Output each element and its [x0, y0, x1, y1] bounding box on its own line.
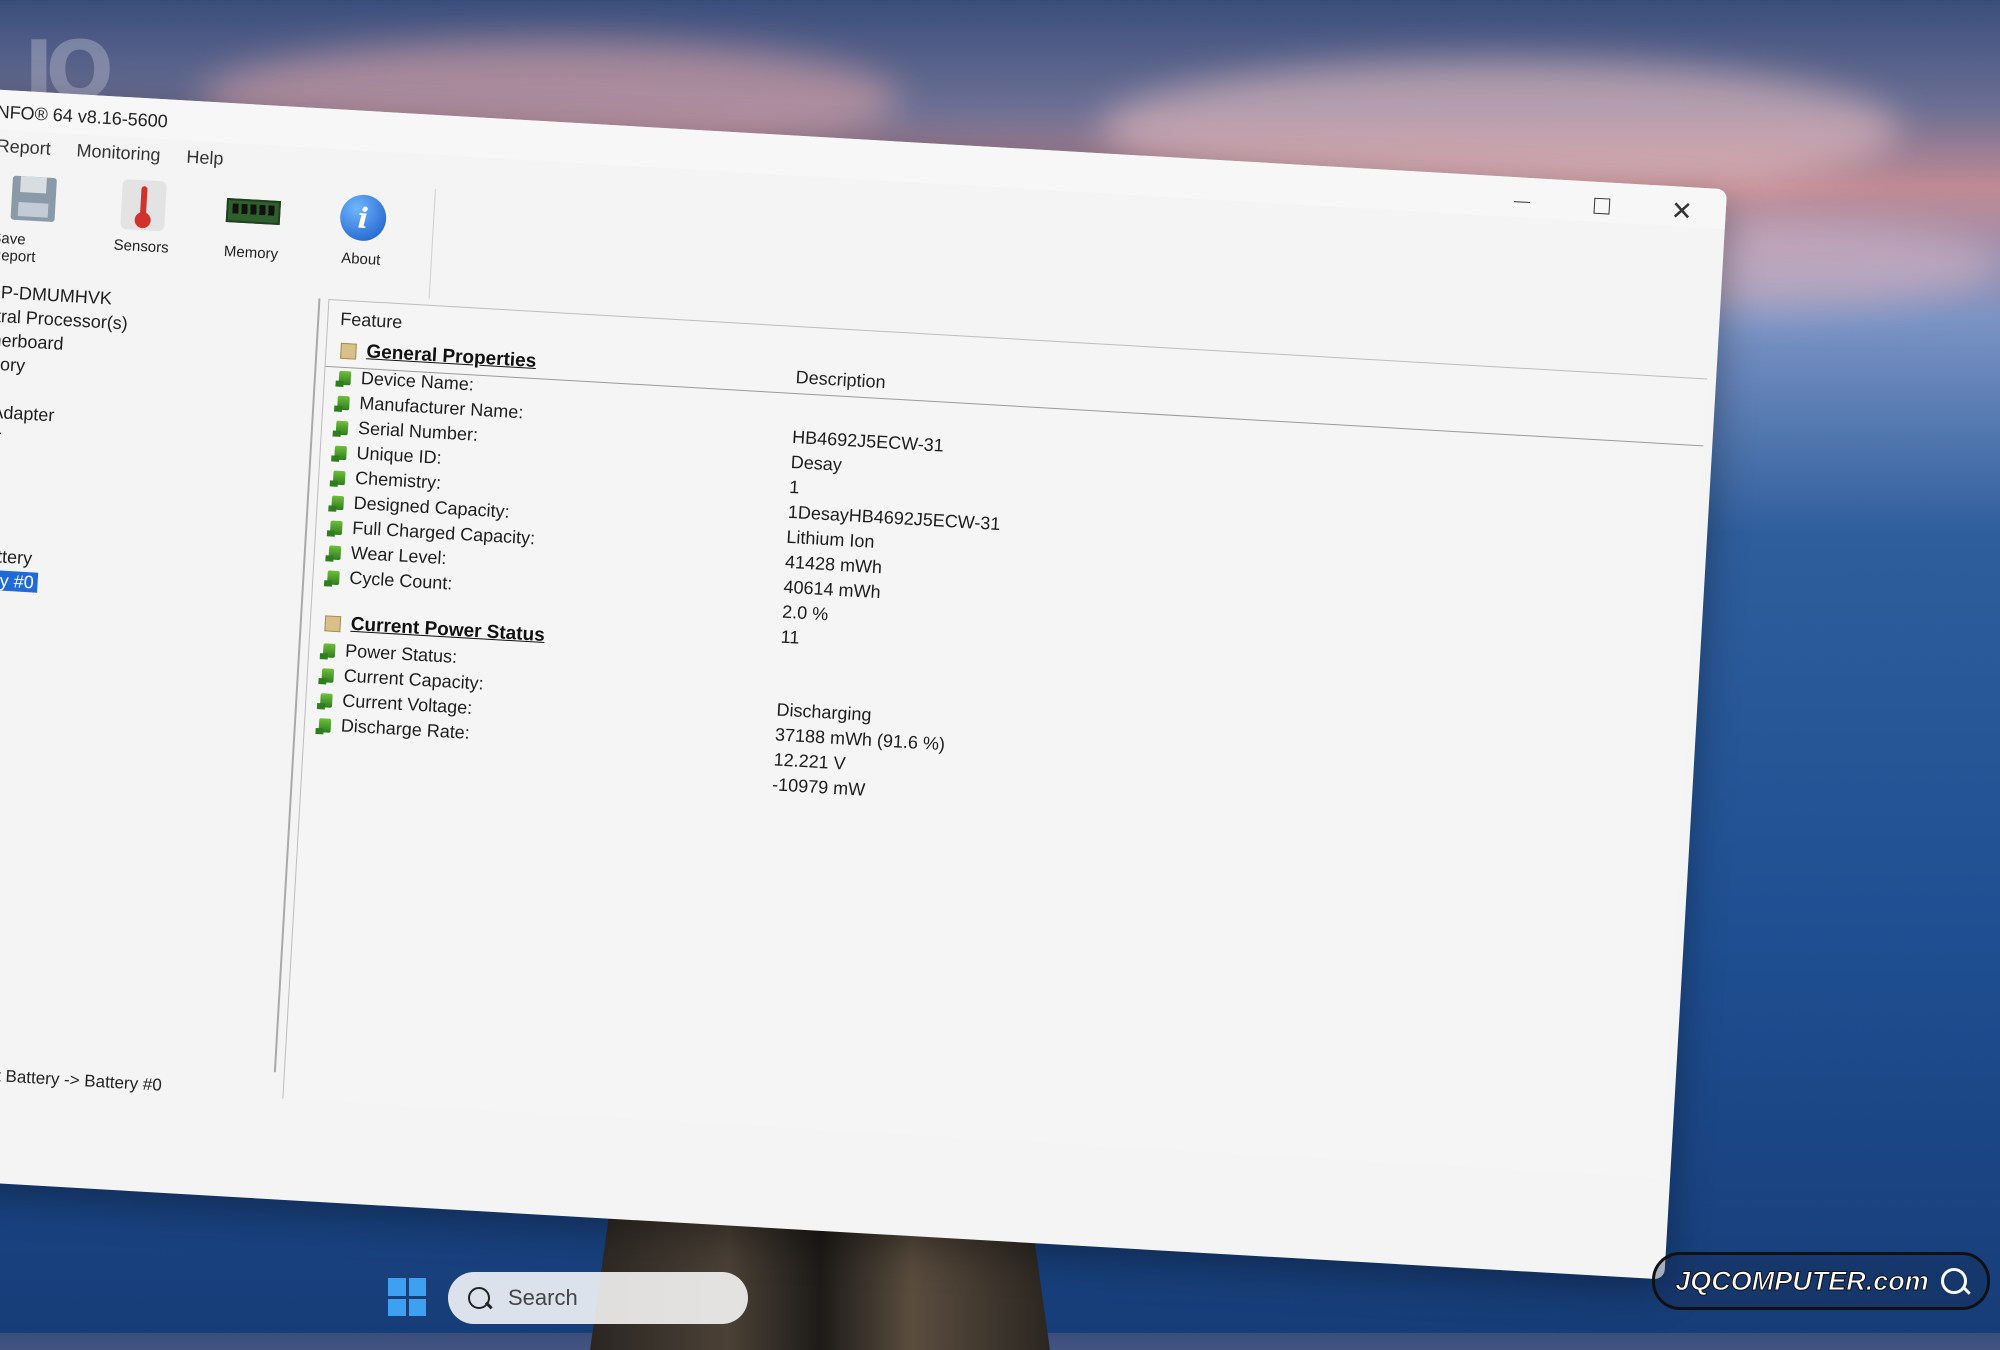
menu-help[interactable]: Help	[184, 144, 226, 171]
info-icon: i	[335, 189, 392, 246]
battery-property-icon	[337, 395, 350, 410]
about-label: About	[340, 249, 381, 269]
details-pane: Feature Description General Properties D…	[282, 298, 1708, 1179]
windows-start-icon[interactable]	[388, 1278, 426, 1316]
watermark-text: JQCOMPUTER.com	[1675, 1265, 1930, 1296]
toolbar: Save Report Sensors Memory i About	[0, 161, 436, 299]
column-header-feature[interactable]: Feature	[340, 309, 403, 334]
window-controls: ✕	[1499, 182, 1705, 230]
tree-item-battery-0-label: Battery #0	[0, 567, 39, 593]
maximize-icon	[1593, 197, 1611, 215]
battery-property-icon	[331, 495, 345, 510]
battery-property-icon	[338, 370, 352, 385]
app-window: NFO® 64 v8.16-5600 ✕ Report Monitoring H…	[0, 88, 1728, 1280]
battery-property-icon	[319, 692, 333, 708]
memory-module-icon	[225, 183, 282, 240]
search-icon	[468, 1287, 490, 1309]
battery-property-icon	[332, 470, 346, 485]
about-button[interactable]: i About	[319, 183, 405, 297]
memory-label: Memory	[223, 242, 279, 263]
minimize-button[interactable]	[1499, 182, 1545, 220]
battery-property-icon	[327, 569, 340, 585]
sensors-label: Sensors	[113, 236, 170, 257]
close-button[interactable]: ✕	[1659, 192, 1705, 230]
battery-property-icon	[329, 519, 343, 535]
magnifier-icon	[1940, 1268, 1967, 1294]
menu-report[interactable]: Report	[0, 134, 53, 162]
floppy-disk-icon	[5, 170, 62, 227]
watermark-badge: JQCOMPUTER.com	[1652, 1252, 1990, 1310]
maximize-button[interactable]	[1579, 187, 1625, 225]
battery-property-icon	[321, 667, 335, 683]
battery-property-icon	[318, 717, 332, 733]
minimize-icon	[1514, 200, 1531, 203]
search-placeholder: Search	[508, 1285, 578, 1310]
close-icon: ✕	[1670, 194, 1694, 226]
section-icon	[324, 615, 342, 633]
description-column: HB4692J5ECW-31 Desay 1 1DesayHB4692J5ECW…	[771, 425, 1391, 832]
battery-property-icon	[335, 420, 349, 435]
save-report-label: Save Report	[0, 229, 36, 267]
save-report-button[interactable]: Save Report	[0, 164, 76, 278]
sensors-button[interactable]: Sensors	[99, 170, 185, 284]
column-header-description[interactable]: Description	[795, 367, 886, 393]
feature-column: General Properties Device Name: Manufact…	[318, 337, 790, 763]
memory-button[interactable]: Memory	[209, 176, 295, 290]
menu-monitoring[interactable]: Monitoring	[74, 138, 163, 168]
thermometer-icon	[115, 177, 172, 234]
section-icon	[340, 342, 357, 360]
battery-property-icon	[328, 544, 342, 560]
taskbar-search-box[interactable]: Search	[448, 1272, 748, 1324]
battery-property-icon	[322, 642, 336, 658]
device-tree: KTOP-DMUMHVK Central Processor(s) Mother…	[0, 277, 321, 1073]
battery-property-icon	[334, 445, 348, 460]
window-title: NFO® 64 v8.16-5600	[0, 101, 169, 132]
